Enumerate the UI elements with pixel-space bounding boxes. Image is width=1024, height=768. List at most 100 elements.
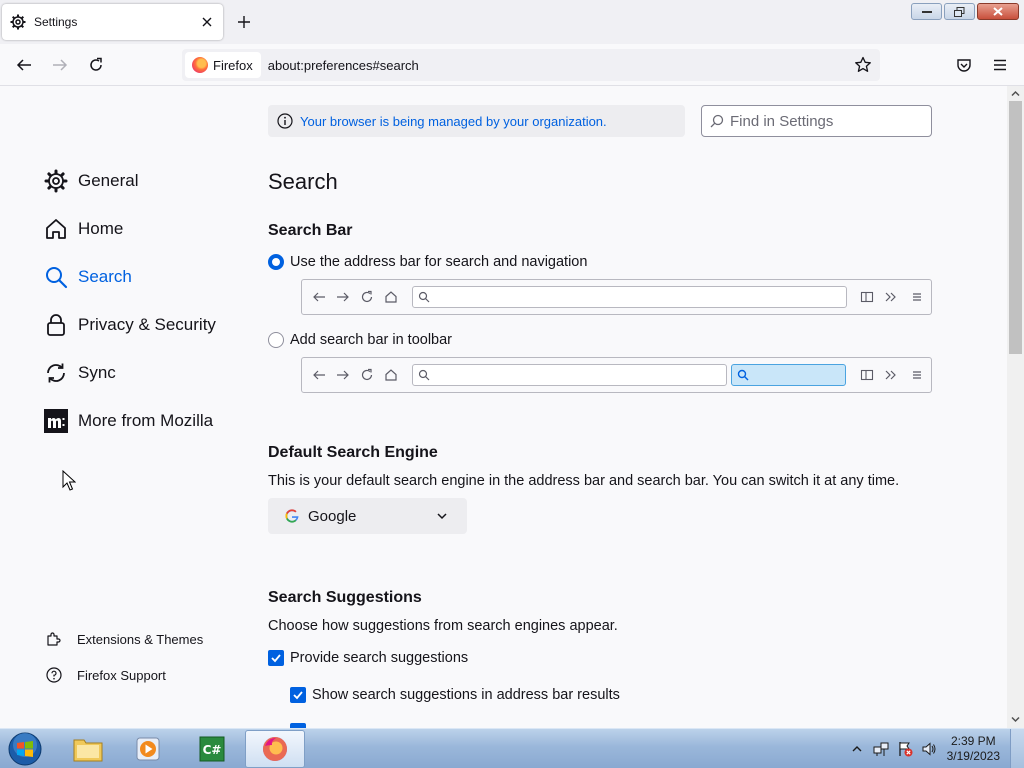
find-in-settings[interactable] (701, 105, 932, 137)
radio-label: Use the address bar for search and navig… (290, 254, 588, 270)
pocket-button[interactable] (955, 56, 973, 74)
category-more-from-mozilla[interactable]: More from Mozilla (44, 406, 213, 436)
scroll-up-icon[interactable] (1011, 89, 1020, 98)
forward-arrow-icon (337, 370, 349, 380)
lock-icon (47, 314, 65, 336)
category-privacy[interactable]: Privacy & Security (44, 310, 216, 340)
tab-settings[interactable]: Settings (2, 4, 223, 40)
action-center-flag-icon[interactable] (897, 741, 913, 757)
search-suggestions-heading: Search Suggestions (268, 589, 422, 606)
checkbox-suggestions-in-address-bar[interactable]: Show search suggestions in address bar r… (290, 687, 620, 703)
checkmark-icon (271, 654, 281, 663)
forward-button[interactable] (51, 56, 69, 74)
default-engine-value: Google (308, 507, 357, 525)
app-menu-button[interactable] (991, 56, 1009, 74)
navigation-toolbar: Firefox about:preferences#search (0, 44, 1024, 86)
sidebar-icon (860, 291, 874, 303)
sync-icon (47, 363, 65, 383)
search-bar-heading: Search Bar (268, 222, 353, 239)
mouse-cursor-icon (62, 470, 76, 491)
tab-title: Settings (34, 15, 78, 29)
minimize-button[interactable] (911, 3, 942, 20)
firefox-icon (263, 737, 287, 761)
hamburger-menu-icon (994, 59, 1006, 71)
taskbar-csharp-app[interactable]: C# (182, 730, 242, 768)
category-general[interactable]: General (44, 166, 138, 196)
radio-button-checked[interactable] (268, 254, 284, 270)
back-button[interactable] (15, 56, 33, 74)
managed-policies-notice: Your browser is being managed by your or… (268, 105, 685, 137)
clock-time: 2:39 PM (950, 734, 996, 748)
volume-icon[interactable] (921, 741, 937, 757)
gear-icon (10, 14, 26, 30)
managed-policies-link[interactable]: Your browser is being managed by your or… (300, 114, 607, 129)
start-button-icon[interactable] (6, 731, 44, 767)
window-controls (909, 3, 1019, 20)
search-bar-preview (301, 357, 932, 393)
firefox-support-label: Firefox Support (77, 667, 166, 683)
network-icon[interactable] (873, 741, 889, 757)
media-player-icon (136, 737, 160, 761)
default-search-engine-description: This is your default search engine in th… (268, 473, 900, 489)
close-window-button[interactable] (977, 3, 1019, 20)
url-text[interactable]: about:preferences#search (268, 58, 854, 73)
show-hidden-icons-icon[interactable] (849, 741, 865, 757)
sidebar-icon (860, 369, 874, 381)
scrollbar-thumb[interactable] (1009, 101, 1022, 354)
restore-button[interactable] (944, 3, 975, 20)
default-search-engine-heading: Default Search Engine (268, 444, 438, 461)
home-icon (46, 219, 66, 239)
reload-icon (361, 368, 373, 381)
csharp-icon: C# (199, 736, 225, 762)
windows-taskbar: C# 2:39 PM 3/19/2023 (0, 728, 1024, 768)
radio-address-bar[interactable]: Use the address bar for search and navig… (268, 254, 587, 270)
checkbox-label: Provide search suggestions (290, 650, 469, 666)
firefox-logo-icon (192, 57, 208, 73)
extensions-themes-link[interactable]: Extensions & Themes (46, 631, 203, 647)
radio-button[interactable] (268, 332, 284, 348)
star-icon[interactable] (854, 56, 872, 74)
scroll-down-icon[interactable] (1011, 715, 1020, 724)
show-desktop-button[interactable] (1010, 729, 1024, 768)
hamburger-menu-icon (913, 371, 921, 379)
reload-button[interactable] (87, 56, 105, 74)
firefox-support-link[interactable]: Firefox Support (46, 667, 166, 683)
folder-icon (73, 739, 103, 762)
new-tab-icon[interactable] (236, 14, 252, 30)
clock-date: 3/19/2023 (946, 749, 1000, 763)
search-icon (710, 114, 724, 128)
category-label: Privacy & Security (78, 315, 216, 334)
category-home[interactable]: Home (44, 214, 123, 244)
checkbox-label: Show search suggestions in address bar r… (312, 687, 620, 703)
close-tab-icon[interactable] (199, 14, 215, 30)
find-in-settings-input[interactable] (730, 112, 920, 130)
default-engine-select[interactable]: Google (268, 498, 467, 534)
clock[interactable]: 2:39 PM 3/19/2023 (947, 734, 1000, 764)
radio-label: Add search bar in toolbar (290, 332, 453, 348)
hamburger-menu-icon (913, 293, 921, 301)
search-icon (418, 291, 430, 303)
address-bar-preview (301, 279, 932, 315)
home-icon (385, 291, 397, 303)
search-icon (737, 369, 749, 381)
checkbox-checked[interactable] (268, 650, 284, 666)
taskbar-firefox[interactable] (245, 730, 305, 768)
taskbar-media-player[interactable] (118, 730, 178, 768)
category-label: Sync (78, 363, 116, 382)
category-sync[interactable]: Sync (44, 358, 116, 388)
checkbox-checked[interactable] (290, 687, 306, 703)
overflow-chevron-icon (885, 292, 896, 302)
taskbar-explorer[interactable] (58, 730, 118, 768)
preview-search-field (731, 364, 846, 386)
info-icon (277, 113, 293, 129)
help-icon (46, 667, 62, 683)
vertical-scrollbar[interactable] (1007, 86, 1024, 728)
identity-box[interactable]: Firefox (185, 52, 261, 78)
url-bar[interactable]: Firefox about:preferences#search (182, 49, 880, 81)
back-arrow-icon (16, 59, 31, 71)
checkbox-provide-suggestions[interactable]: Provide search suggestions (268, 650, 468, 666)
preferences-content: General Home Search Privacy & Security S… (0, 86, 1007, 728)
category-search[interactable]: Search (44, 262, 132, 292)
radio-toolbar-search-bar[interactable]: Add search bar in toolbar (268, 332, 452, 348)
preview-url-field (412, 286, 847, 308)
